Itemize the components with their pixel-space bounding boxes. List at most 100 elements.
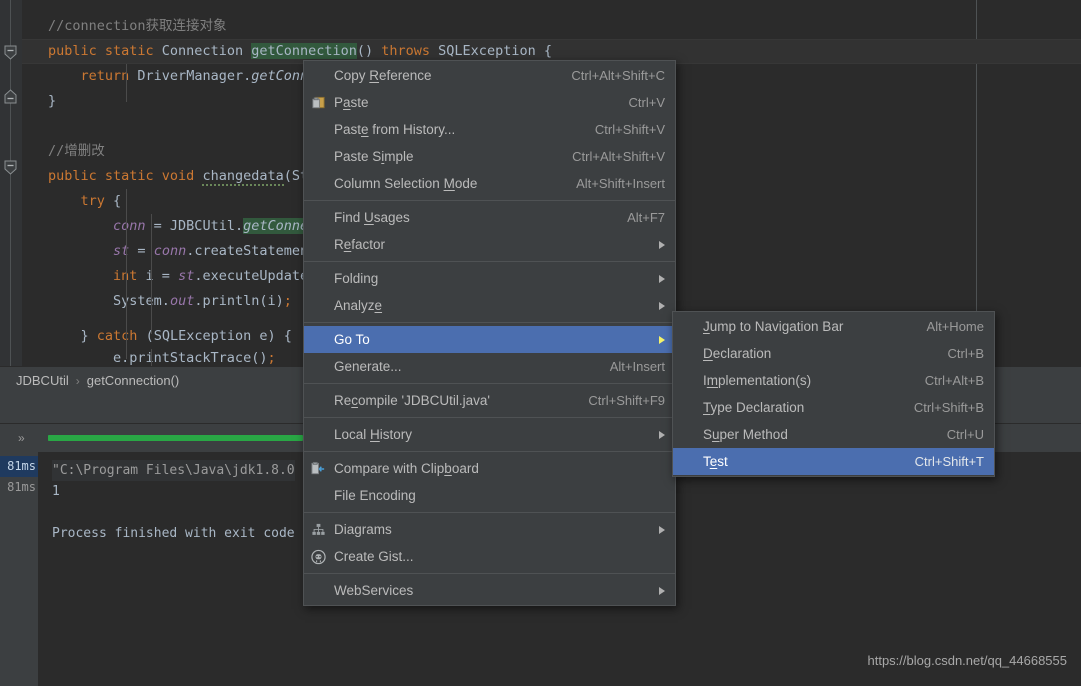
menu-item-shortcut: Ctrl+Alt+B [924, 373, 984, 388]
context-menu-item-local-history[interactable]: Local History [304, 421, 675, 448]
code-token: try [80, 193, 114, 209]
context-menu-item-paste-from-history[interactable]: Paste from History... Ctrl+Shift+V [304, 116, 675, 143]
diagrams-icon [310, 521, 327, 538]
menu-item-shortcut: Ctrl+Shift+F9 [588, 393, 665, 408]
context-menu-item-folding[interactable]: Folding [304, 265, 675, 292]
code-token: getConne [243, 218, 309, 234]
menu-item-label: Test [703, 454, 728, 469]
context-menu-item-analyze[interactable]: Analyze [304, 292, 675, 319]
code-token: = JDBCUtil. [153, 218, 244, 234]
expand-chevrons-icon[interactable]: » [18, 431, 25, 445]
code-line[interactable]: try { [48, 189, 122, 214]
code-token: .println(i) [194, 293, 284, 309]
console-line: 1 [52, 484, 60, 499]
context-menu-item-find-usages[interactable]: Find Usages Alt+F7 [304, 204, 675, 231]
code-line[interactable]: //connection获取连接对象 [48, 14, 227, 39]
indent-guide [126, 64, 127, 102]
menu-item-label: Copy Reference [334, 68, 432, 83]
submenu-arrow-icon [659, 301, 665, 310]
context-menu-item-paste[interactable]: Paste Ctrl+V [304, 89, 675, 116]
code-token: out [169, 293, 195, 309]
editor-context-menu[interactable]: Copy Reference Ctrl+Alt+Shift+C Paste Ctrl+… [303, 60, 676, 606]
menu-item-shortcut: Ctrl+U [946, 427, 984, 442]
indent-guide [151, 214, 152, 334]
breadcrumb-method[interactable]: getConnection() [87, 373, 180, 388]
code-token: getConnection [251, 43, 357, 59]
menu-item-label: Refactor [334, 237, 386, 252]
context-menu-item-column-selection-mode[interactable]: Column Selection Mode Alt+Shift+Insert [304, 170, 675, 197]
context-menu-item-paste-simple[interactable]: Paste Simple Ctrl+Alt+Shift+V [304, 143, 675, 170]
context-menu-item-recompile-jdbcutil-java[interactable]: Recompile 'JDBCUtil.java' Ctrl+Shift+F9 [304, 387, 675, 414]
submenu-arrow-icon [659, 586, 665, 595]
menu-item-shortcut: Ctrl+B [947, 346, 984, 361]
context-menu-item-file-encoding[interactable]: File Encoding [304, 482, 675, 509]
goto-submenu-item-declaration[interactable]: Declaration Ctrl+B [673, 340, 994, 367]
code-line[interactable]: System.out.println(i); [48, 289, 292, 314]
submenu-arrow-icon [659, 240, 665, 249]
code-token: catch [96, 328, 146, 344]
context-menu-item-create-gist[interactable]: Create Gist... [304, 543, 675, 570]
code-token: (SQLException e) { [145, 328, 292, 344]
context-menu-item-webservices[interactable]: WebServices [304, 577, 675, 604]
submenu-arrow-icon [659, 335, 665, 344]
menu-item-shortcut: Ctrl+Shift+V [594, 122, 665, 137]
context-menu-item-refactor[interactable]: Refactor [304, 231, 675, 258]
code-token: changedata [202, 168, 284, 186]
code-line[interactable]: return DriverManager.getConn [48, 64, 309, 89]
menu-item-label: Compare with Clipboard [334, 461, 479, 476]
goto-submenu-item-type-declaration[interactable]: Type Declaration Ctrl+Shift+B [673, 394, 994, 421]
menu-item-label: Analyze [334, 298, 383, 313]
code-token: getConn [251, 68, 309, 84]
menu-item-label: File Encoding [334, 488, 416, 503]
fold-toggle-2-icon[interactable] [3, 89, 18, 104]
editor-gutter[interactable] [0, 0, 22, 366]
console-line: Process finished with exit code [52, 526, 295, 541]
context-menu-item-compare-with-clipboard[interactable]: Compare with Clipboard [304, 455, 675, 482]
menu-separator [304, 512, 675, 513]
fold-toggle-3-icon[interactable] [3, 160, 18, 175]
code-line[interactable]: //增删改 [48, 139, 105, 164]
code-line[interactable]: conn = JDBCUtil.getConne [48, 214, 309, 239]
menu-item-shortcut: Alt+Home [926, 319, 984, 334]
menu-item-label: Go To [334, 332, 370, 347]
menu-separator [304, 383, 675, 384]
gist-icon [310, 548, 327, 565]
console-timing-row[interactable]: 81ms [0, 456, 38, 477]
menu-item-label: Paste from History... [334, 122, 456, 137]
menu-item-label: Find Usages [334, 210, 410, 225]
goto-submenu-item-implementation-s[interactable]: Implementation(s) Ctrl+Alt+B [673, 367, 994, 394]
code-token: .executeUpdate [194, 268, 309, 284]
chevron-right-icon: › [75, 373, 80, 388]
console-timing-gutter[interactable]: 81ms 81ms [0, 452, 38, 686]
progress-bar-fill [48, 435, 303, 441]
progress-bar [48, 435, 303, 441]
menu-item-shortcut: Alt+Insert [609, 359, 665, 374]
code-line[interactable]: int i = st.executeUpdate [48, 264, 308, 289]
code-line[interactable]: } [48, 89, 56, 114]
breadcrumb-class[interactable]: JDBCUtil [16, 373, 69, 388]
code-line[interactable]: e.printStackTrace(); [48, 346, 276, 366]
code-token: conn [153, 243, 187, 259]
menu-item-label: Column Selection Mode [334, 176, 478, 191]
goto-submenu-item-test[interactable]: Test Ctrl+Shift+T [673, 448, 994, 475]
menu-item-label: Paste [334, 95, 369, 110]
menu-item-shortcut: Ctrl+Alt+Shift+C [571, 68, 665, 83]
context-menu-item-generate[interactable]: Generate... Alt+Insert [304, 353, 675, 380]
code-line[interactable]: st = conn.createStatemen [48, 239, 308, 264]
console-line: "C:\Program Files\Java\jdk1.8.0 [52, 460, 295, 481]
goto-submenu-item-jump-to-navigation-bar[interactable]: Jump to Navigation Bar Alt+Home [673, 313, 994, 340]
compare-clipboard-icon [310, 460, 327, 477]
context-menu-item-go-to[interactable]: Go To [304, 326, 675, 353]
code-token: //connection获取连接对象 [48, 18, 227, 34]
menu-item-label: Recompile 'JDBCUtil.java' [334, 393, 490, 408]
context-menu-item-copy-reference[interactable]: Copy Reference Ctrl+Alt+Shift+C [304, 62, 675, 89]
code-line[interactable]: public static void changedata(St [48, 164, 308, 189]
console-timing-row[interactable]: 81ms [0, 477, 38, 498]
menu-item-shortcut: Ctrl+Shift+B [913, 400, 984, 415]
goto-submenu-item-super-method[interactable]: Super Method Ctrl+U [673, 421, 994, 448]
go-to-submenu[interactable]: Jump to Navigation Bar Alt+Home Declaratio… [672, 311, 995, 477]
context-menu-item-diagrams[interactable]: Diagrams [304, 516, 675, 543]
fold-toggle-1-icon[interactable] [3, 45, 18, 60]
